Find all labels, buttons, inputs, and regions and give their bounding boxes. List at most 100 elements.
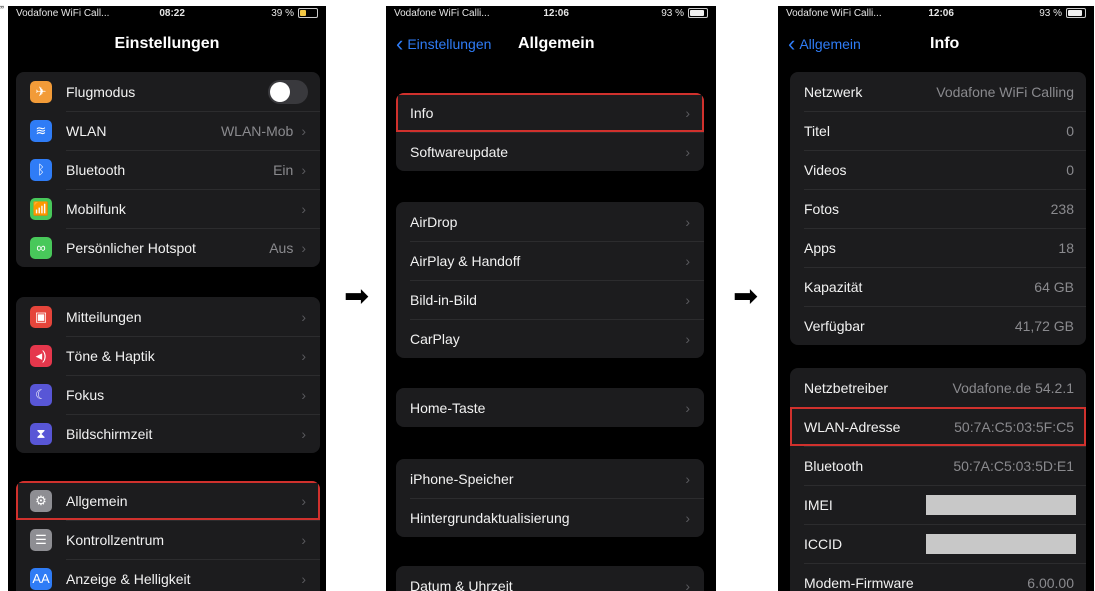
chevron-right-icon: › bbox=[685, 143, 690, 160]
chevron-right-icon: › bbox=[685, 330, 690, 347]
row-toene-and-haptik[interactable]: ◂) Töne & Haptik › bbox=[16, 336, 320, 375]
row-verfuegbar[interactable]: Verfügbar 41,72 GB bbox=[790, 306, 1086, 345]
row-softwareupdate[interactable]: Softwareupdate › bbox=[396, 132, 704, 171]
chevron-right-icon: › bbox=[685, 470, 690, 487]
row-label: Mitteilungen bbox=[66, 308, 142, 325]
row-label: Persönlicher Hotspot bbox=[66, 239, 196, 256]
carrier-label: Vodafone WiFi Calli... bbox=[786, 7, 882, 19]
row-fotos[interactable]: Fotos 238 bbox=[790, 189, 1086, 228]
chevron-right-icon: › bbox=[301, 161, 306, 178]
settings-group: ⚙ Allgemein › ☰ Kontrollzentrum › AA Anzeige & … bbox=[16, 481, 320, 591]
chevron-right-icon: › bbox=[301, 347, 306, 364]
clock: 12:06 bbox=[928, 7, 954, 19]
row-value: 18 bbox=[1058, 239, 1074, 256]
row-value: 50:7A:C5:03:5D:E1 bbox=[953, 457, 1074, 474]
row-label: Modem-Firmware bbox=[804, 574, 914, 591]
row-label: Mobilfunk bbox=[66, 200, 126, 217]
row-home-taste[interactable]: Home-Taste › bbox=[396, 388, 704, 427]
row-bluetooth[interactable]: Bluetooth 50:7A:C5:03:5D:E1 bbox=[790, 446, 1086, 485]
back-button[interactable]: ‹ Einstellungen bbox=[396, 24, 491, 64]
settings-group: Info › Softwareupdate › bbox=[396, 93, 704, 171]
row-info[interactable]: Info › bbox=[396, 93, 704, 132]
redacted-value bbox=[926, 533, 1076, 554]
row-bild-in-bild[interactable]: Bild-in-Bild › bbox=[396, 280, 704, 319]
chevron-right-icon: › bbox=[301, 308, 306, 325]
text-size-icon: AA bbox=[30, 567, 52, 590]
row-videos[interactable]: Videos 0 bbox=[790, 150, 1086, 189]
row-label: Titel bbox=[804, 122, 830, 139]
row-kapazitaet[interactable]: Kapazität 64 GB bbox=[790, 267, 1086, 306]
row-netzwerk[interactable]: Netzwerk Vodafone WiFi Calling bbox=[790, 72, 1086, 111]
row-value: Vodafone WiFi Calling bbox=[936, 83, 1074, 100]
row-label: Verfügbar bbox=[804, 317, 865, 334]
row-netzbetreiber[interactable]: Netzbetreiber Vodafone.de 54.2.1 bbox=[790, 368, 1086, 407]
back-button[interactable]: ‹ Allgemein bbox=[788, 24, 861, 64]
nav-bar: ‹ Einstellungen Allgemein bbox=[386, 24, 716, 64]
general-screen: Vodafone WiFi Calli... 12:06 93 % ‹ Eins… bbox=[386, 6, 716, 591]
row-modem-firmware[interactable]: Modem-Firmware 6.00.00 bbox=[790, 563, 1086, 591]
chevron-right-icon: › bbox=[685, 509, 690, 526]
row-titel[interactable]: Titel 0 bbox=[790, 111, 1086, 150]
nav-bar: Einstellungen bbox=[8, 24, 326, 64]
moon-icon: ☾ bbox=[30, 383, 52, 406]
row-allgemein[interactable]: ⚙ Allgemein › bbox=[16, 481, 320, 520]
row-imei[interactable]: IMEI bbox=[790, 485, 1086, 524]
chevron-right-icon: › bbox=[685, 399, 690, 416]
row-label: AirPlay & Handoff bbox=[410, 252, 521, 269]
settings-group: Home-Taste › bbox=[396, 388, 704, 427]
row-wlan-adresse[interactable]: WLAN-Adresse 50:7A:C5:03:5F:C5 bbox=[790, 407, 1086, 446]
airplane-mode-toggle[interactable] bbox=[268, 79, 308, 104]
row-value: 64 GB bbox=[1034, 278, 1074, 295]
battery: 93 % bbox=[661, 8, 708, 19]
row-label: Bildschirmzeit bbox=[66, 425, 153, 442]
row-mitteilungen[interactable]: ▣ Mitteilungen › bbox=[16, 297, 320, 336]
row-value: WLAN-Mob bbox=[220, 122, 294, 139]
row-hintergrundaktualisierung[interactable]: Hintergrundaktualisierung › bbox=[396, 498, 704, 537]
chevron-right-icon: › bbox=[301, 570, 306, 587]
row-label: IMEI bbox=[804, 496, 833, 513]
page-title: Allgemein bbox=[518, 35, 595, 52]
row-bluetooth[interactable]: ᛒ Bluetooth Ein › bbox=[16, 150, 320, 189]
chevron-left-icon: ‹ bbox=[788, 31, 796, 56]
row-datum-and-uhrzeit[interactable]: Datum & Uhrzeit › bbox=[396, 566, 704, 591]
chevron-right-icon: › bbox=[301, 425, 306, 442]
chevron-right-icon: › bbox=[301, 531, 306, 548]
row-label: Kontrollzentrum bbox=[66, 531, 165, 548]
row-bildschirmzeit[interactable]: ⧗ Bildschirmzeit › bbox=[16, 414, 320, 453]
row-label: Bluetooth bbox=[66, 161, 126, 178]
row-persoenlicher-hotspot[interactable]: ∞ Persönlicher Hotspot Aus › bbox=[16, 228, 320, 267]
battery: 39 % bbox=[271, 8, 318, 19]
wifi-icon: ≋ bbox=[30, 119, 52, 142]
row-iphone-speicher[interactable]: iPhone-Speicher › bbox=[396, 459, 704, 498]
row-value: 6.00.00 bbox=[1027, 574, 1074, 591]
clock: 12:06 bbox=[543, 7, 569, 19]
row-fokus[interactable]: ☾ Fokus › bbox=[16, 375, 320, 414]
page-title: Info bbox=[930, 35, 960, 52]
row-label: Home-Taste bbox=[410, 399, 486, 416]
battery-icon bbox=[1066, 8, 1086, 18]
row-label: iPhone-Speicher bbox=[410, 470, 514, 487]
hotspot-icon: ∞ bbox=[30, 236, 52, 259]
chevron-right-icon: › bbox=[685, 252, 690, 269]
row-airdrop[interactable]: AirDrop › bbox=[396, 202, 704, 241]
row-label: Hintergrundaktualisierung bbox=[410, 509, 570, 526]
row-label: Datum & Uhrzeit bbox=[410, 577, 513, 591]
row-label: Netzwerk bbox=[804, 83, 863, 100]
row-kontrollzentrum[interactable]: ☰ Kontrollzentrum › bbox=[16, 520, 320, 559]
row-value: 41,72 GB bbox=[1014, 317, 1074, 334]
row-carplay[interactable]: CarPlay › bbox=[396, 319, 704, 358]
row-airplay-and-handoff[interactable]: AirPlay & Handoff › bbox=[396, 241, 704, 280]
antenna-icon: 📶 bbox=[30, 197, 52, 220]
row-wlan[interactable]: ≋ WLAN WLAN-Mob › bbox=[16, 111, 320, 150]
chevron-right-icon: › bbox=[685, 213, 690, 230]
row-flugmodus[interactable]: ✈ Flugmodus bbox=[16, 72, 320, 111]
row-iccid[interactable]: ICCID bbox=[790, 524, 1086, 563]
arrow-right-icon: ➡ bbox=[733, 280, 759, 313]
row-label: ICCID bbox=[804, 535, 843, 552]
row-mobilfunk[interactable]: 📶 Mobilfunk › bbox=[16, 189, 320, 228]
switches-icon: ☰ bbox=[30, 528, 52, 551]
row-label: WLAN-Adresse bbox=[804, 418, 901, 435]
nav-bar: ‹ Allgemein Info bbox=[778, 24, 1094, 64]
row-apps[interactable]: Apps 18 bbox=[790, 228, 1086, 267]
row-anzeige-and-helligkeit[interactable]: AA Anzeige & Helligkeit › bbox=[16, 559, 320, 591]
